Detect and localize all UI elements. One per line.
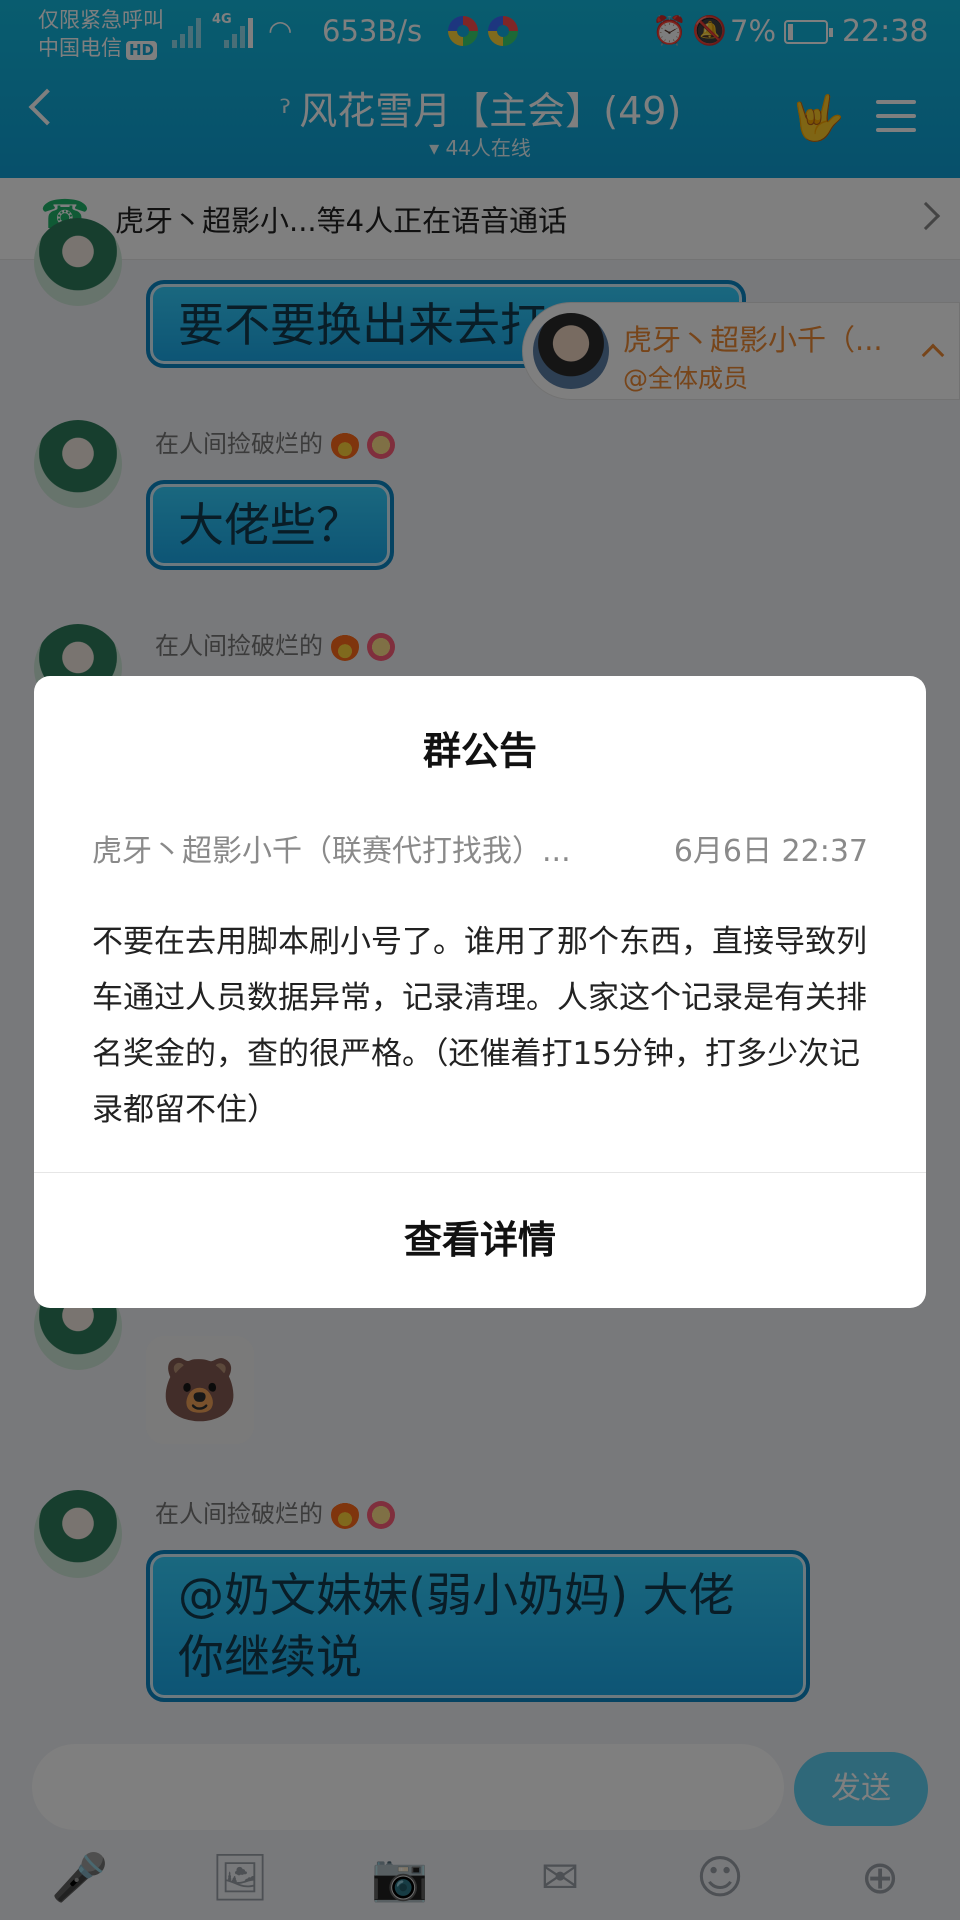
announcement-time: 6月6日 22:37 <box>673 834 868 869</box>
announcement-author: 虎牙丶超影小千（联赛代打找我）... <box>92 834 571 869</box>
dialog-title: 群公告 <box>422 729 537 773</box>
announcement-body: 不要在去用脚本刷小号了。谁用了那个东西，直接导致列车通过人员数据异常，记录清理。… <box>92 924 867 1128</box>
view-details-button[interactable]: 查看详情 <box>34 1173 926 1308</box>
group-announcement-dialog: 群公告 虎牙丶超影小千（联赛代打找我）... 6月6日 22:37 不要在去用脚… <box>34 676 926 1308</box>
